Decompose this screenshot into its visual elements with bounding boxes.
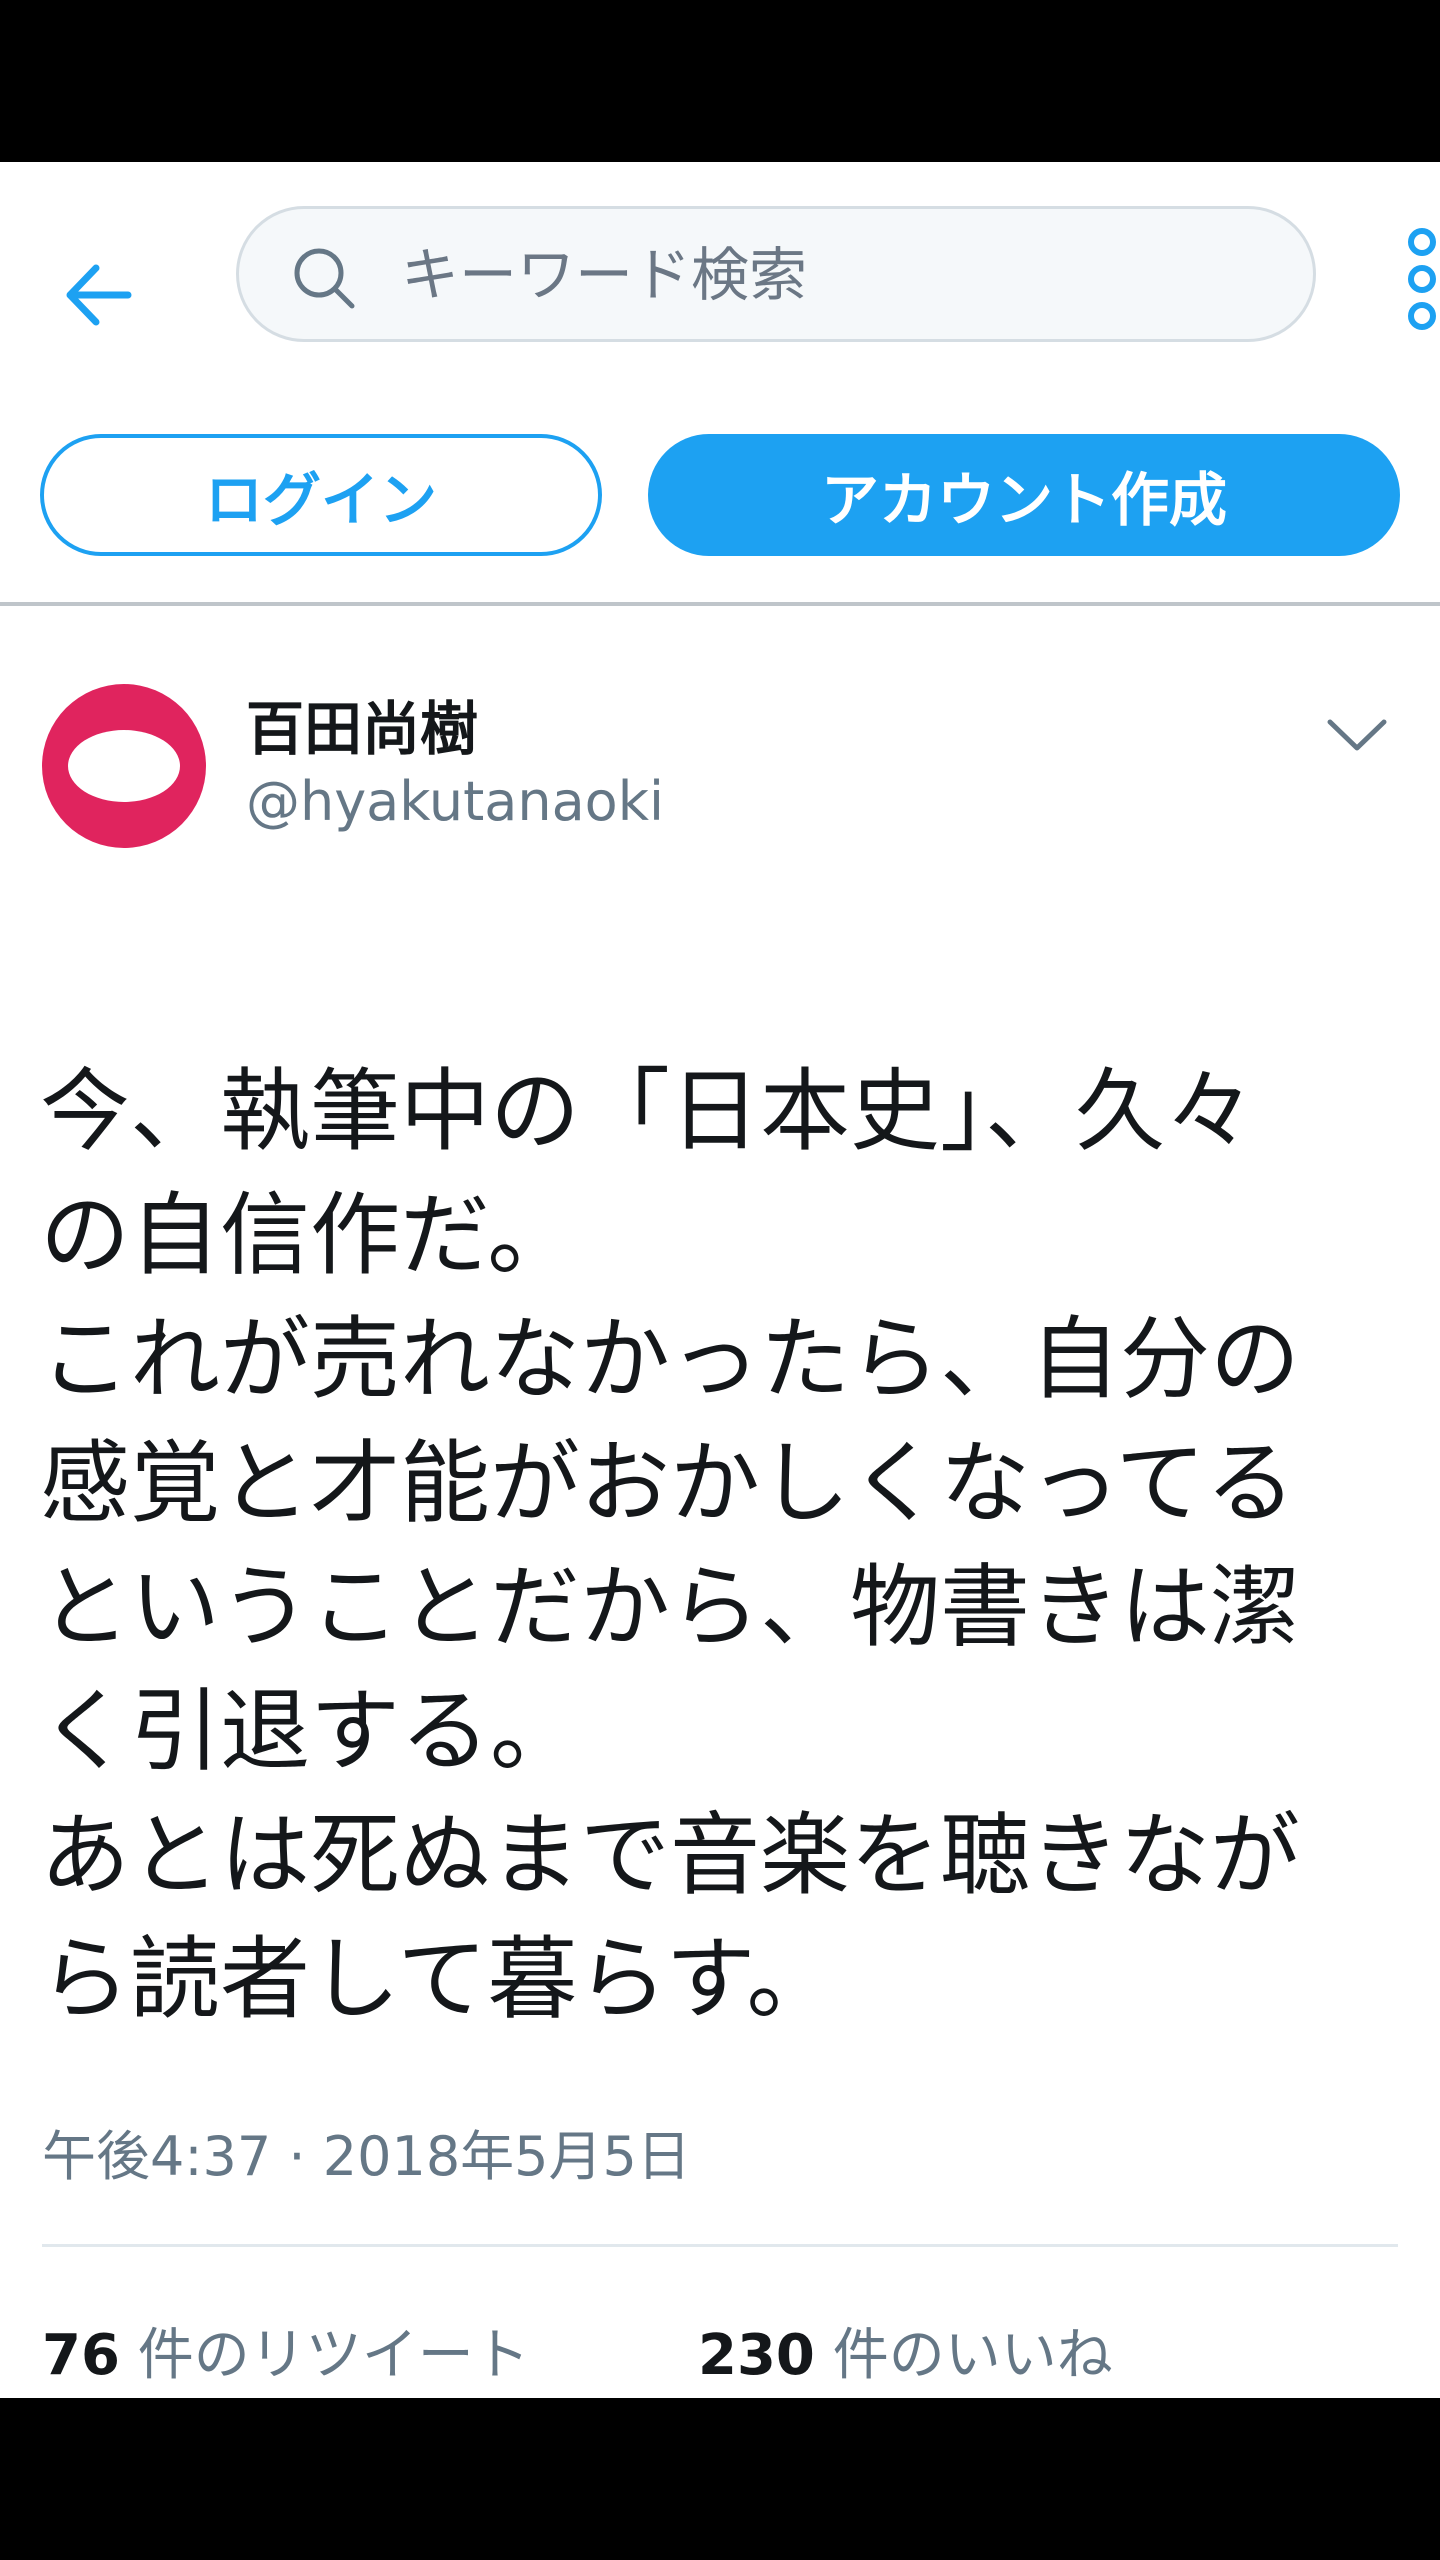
create-account-button[interactable]: アカウント作成 bbox=[648, 434, 1400, 556]
like-label: 件のいいね bbox=[814, 2323, 1113, 2388]
header-divider bbox=[0, 602, 1440, 606]
chevron-down-icon[interactable] bbox=[1322, 698, 1392, 768]
stats-divider-top bbox=[42, 2244, 1398, 2247]
display-name[interactable]: 百田尚樹 bbox=[246, 682, 478, 766]
retweet-label: 件のリツイート bbox=[119, 2323, 530, 2388]
retweet-count-stat[interactable]: 76 件のリツイート bbox=[42, 2310, 530, 2391]
back-arrow-icon[interactable] bbox=[52, 246, 150, 344]
search-icon bbox=[294, 248, 355, 309]
tweet-screen: ログイン アカウント作成 百田尚樹 @hyakutanaoki 今、執筆中の「日… bbox=[0, 162, 1440, 2398]
search-bar[interactable] bbox=[236, 206, 1316, 342]
user-handle[interactable]: @hyakutanaoki bbox=[246, 770, 664, 833]
tweet-timestamp[interactable]: 午後4:37 · 2018年5月5日 bbox=[42, 2112, 691, 2191]
search-input[interactable] bbox=[399, 225, 1283, 325]
login-button[interactable]: ログイン bbox=[40, 434, 602, 556]
more-options-icon[interactable] bbox=[1400, 224, 1440, 334]
like-count-stat[interactable]: 230 件のいいね bbox=[698, 2310, 1113, 2391]
tweet-text: 今、執筆中の「日本史」、久々 の自信作だ。 これが売れなかったら、自分の 感覚と… bbox=[40, 1059, 1300, 2032]
avatar[interactable] bbox=[42, 684, 206, 848]
like-count: 230 bbox=[698, 2323, 815, 2388]
retweet-count: 76 bbox=[42, 2323, 120, 2388]
